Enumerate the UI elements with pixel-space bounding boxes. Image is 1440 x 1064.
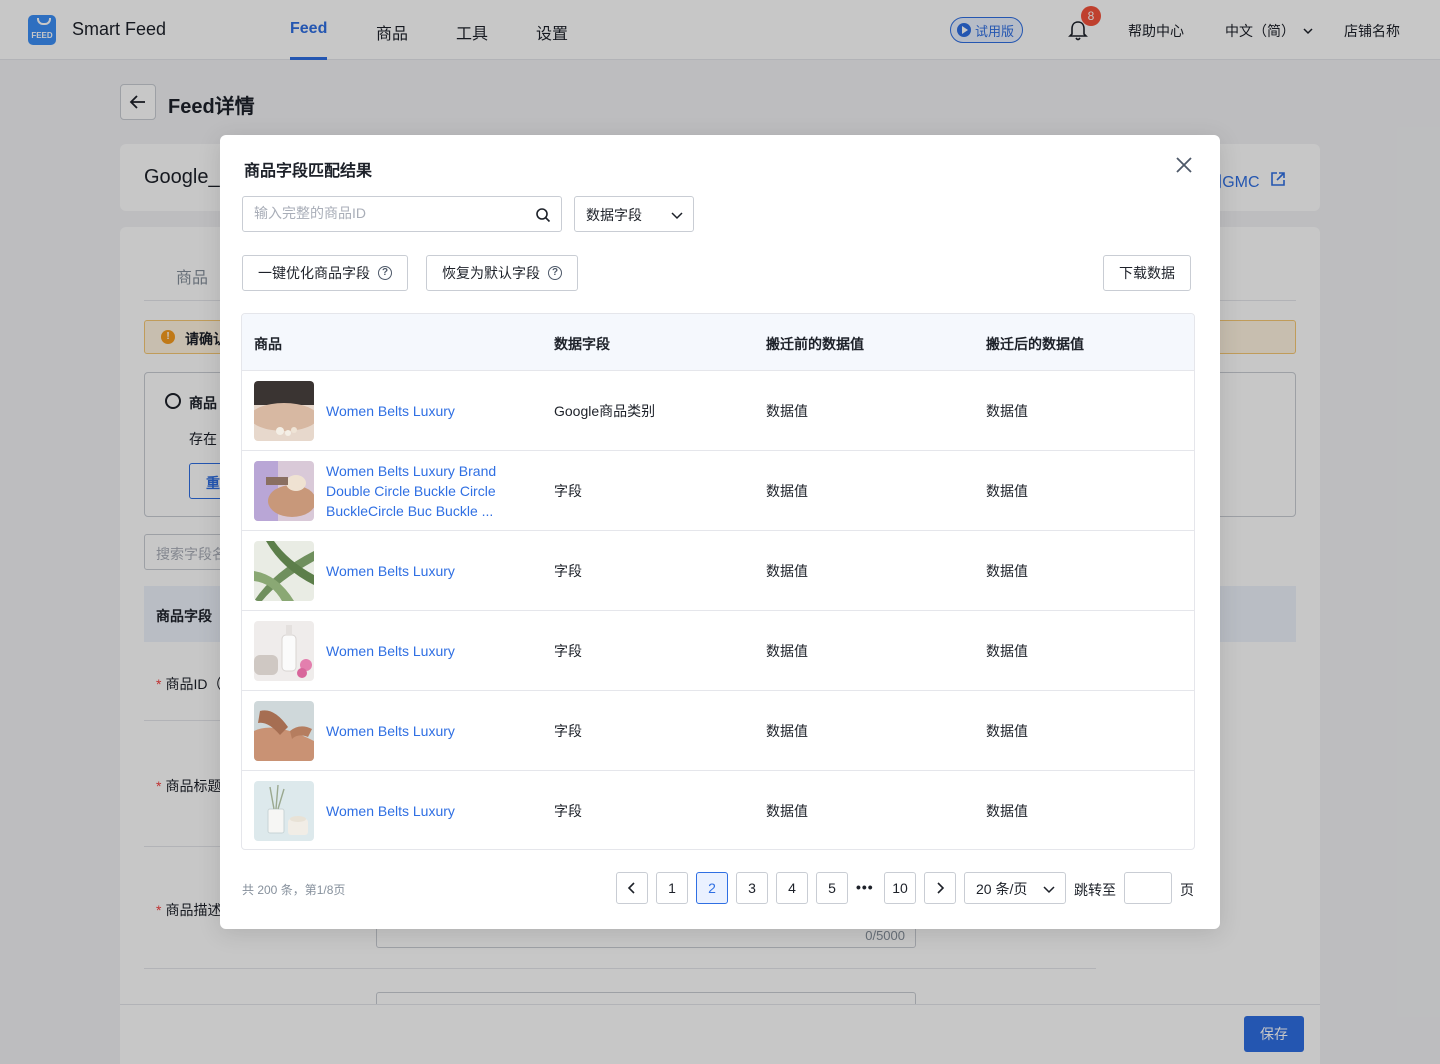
page-size-select[interactable]: 20 条/页 (964, 872, 1066, 904)
modal-title: 商品字段匹配结果 (244, 163, 373, 180)
chevron-left-icon (627, 882, 635, 894)
help-circle-icon[interactable]: ? (548, 266, 562, 280)
table-row: Women Belts Luxury 字段 数据值 数据值 (242, 611, 1194, 691)
after-value-cell: 数据值 (986, 723, 1028, 739)
data-field-cell: 字段 (554, 563, 582, 579)
before-value-cell: 数据值 (766, 483, 808, 499)
pagination-page-1[interactable]: 1 (656, 872, 688, 904)
product-thumbnail (254, 381, 314, 441)
close-icon[interactable] (1174, 155, 1194, 175)
pagination-total: 共 200 条，第1/8页 (242, 883, 346, 897)
after-value-cell: 数据值 (986, 803, 1028, 819)
data-field-cell: 字段 (554, 723, 582, 739)
restore-default-label: 恢复为默认字段 (442, 265, 540, 281)
product-id-search[interactable] (242, 196, 562, 232)
jump-to-input[interactable] (1124, 872, 1172, 904)
data-field-cell: 字段 (554, 483, 582, 499)
pagination-prev-button[interactable] (616, 872, 648, 904)
product-id-search-input[interactable] (254, 205, 514, 221)
pagination-page-5[interactable]: 5 (816, 872, 848, 904)
pagination-page-2[interactable]: 2 (696, 872, 728, 904)
field-match-modal: 商品字段匹配结果 数据字段 一键优化商品字段 ? 恢复为默认字段 ? 下载数据 … (220, 135, 1220, 929)
product-thumbnail (254, 621, 314, 681)
pagination-page-4[interactable]: 4 (776, 872, 808, 904)
product-thumbnail (254, 461, 314, 521)
optimize-fields-button[interactable]: 一键优化商品字段 ? (242, 255, 408, 291)
chevron-right-icon (937, 882, 945, 894)
before-value-cell: 数据值 (766, 723, 808, 739)
before-value-cell: 数据值 (766, 403, 808, 419)
optimize-fields-label: 一键优化商品字段 (258, 265, 370, 281)
product-name-link[interactable]: Women Belts Luxury (326, 561, 526, 581)
page-size-value: 20 条/页 (976, 881, 1028, 897)
restore-default-button[interactable]: 恢复为默认字段 ? (426, 255, 578, 291)
help-circle-icon[interactable]: ? (378, 266, 392, 280)
search-icon[interactable] (535, 207, 551, 223)
table-row: Women Belts Luxury 字段 数据值 数据值 (242, 691, 1194, 771)
jump-to-label: 跳转至 (1074, 882, 1116, 898)
column-header-product: 商品 (254, 336, 282, 352)
page-unit-label: 页 (1180, 882, 1194, 898)
data-field-select[interactable]: 数据字段 (574, 196, 694, 232)
after-value-cell: 数据值 (986, 563, 1028, 579)
column-header-after: 搬迁后的数据值 (986, 336, 1084, 352)
data-field-select-value: 数据字段 (586, 207, 642, 223)
chevron-down-icon (1043, 886, 1055, 894)
pagination-next-button[interactable] (924, 872, 956, 904)
product-name-link[interactable]: Women Belts Luxury (326, 721, 526, 741)
pagination-page-10[interactable]: 10 (884, 872, 916, 904)
data-field-cell: 字段 (554, 643, 582, 659)
product-name-link[interactable]: Women Belts Luxury Brand Double Circle B… (326, 461, 526, 521)
match-result-table: 商品 数据字段 搬迁前的数据值 搬迁后的数据值 Women Belts Luxu… (241, 313, 1195, 850)
data-field-cell: 字段 (554, 803, 582, 819)
pagination-page-3[interactable]: 3 (736, 872, 768, 904)
after-value-cell: 数据值 (986, 403, 1028, 419)
chevron-down-icon (671, 212, 683, 220)
table-row: Women Belts Luxury Google商品类别 数据值 数据值 (242, 371, 1194, 451)
download-data-label: 下载数据 (1119, 265, 1175, 281)
product-thumbnail (254, 701, 314, 761)
after-value-cell: 数据值 (986, 643, 1028, 659)
table-row: Women Belts Luxury Brand Double Circle B… (242, 451, 1194, 531)
pagination-ellipsis[interactable]: ••• (856, 879, 874, 895)
product-name-link[interactable]: Women Belts Luxury (326, 641, 526, 661)
table-row: Women Belts Luxury 字段 数据值 数据值 (242, 531, 1194, 611)
product-thumbnail (254, 781, 314, 841)
column-header-before: 搬迁前的数据值 (766, 336, 864, 352)
download-data-button[interactable]: 下载数据 (1103, 255, 1191, 291)
product-name-link[interactable]: Women Belts Luxury (326, 401, 526, 421)
before-value-cell: 数据值 (766, 563, 808, 579)
column-header-field: 数据字段 (554, 336, 610, 352)
product-thumbnail (254, 541, 314, 601)
table-header: 商品 数据字段 搬迁前的数据值 搬迁后的数据值 (242, 314, 1194, 371)
table-row: Women Belts Luxury 字段 数据值 数据值 (242, 771, 1194, 849)
after-value-cell: 数据值 (986, 483, 1028, 499)
product-name-link[interactable]: Women Belts Luxury (326, 801, 526, 821)
data-field-cell: Google商品类别 (554, 403, 656, 419)
before-value-cell: 数据值 (766, 643, 808, 659)
before-value-cell: 数据值 (766, 803, 808, 819)
